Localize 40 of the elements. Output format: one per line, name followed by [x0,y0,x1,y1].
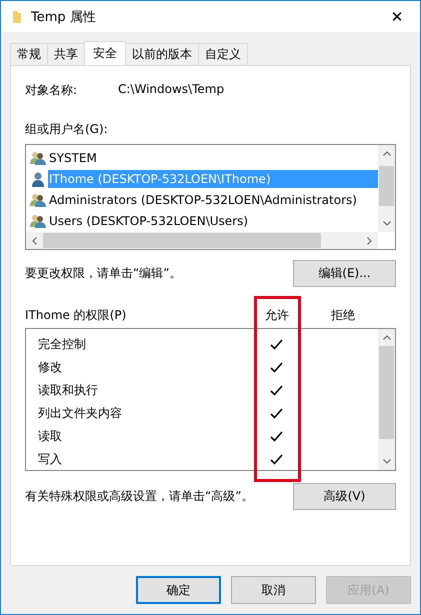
scroll-up-icon[interactable] [382,335,390,340]
user-list-item[interactable]: Administrators (DESKTOP-532LOEN\Administrators) [48,190,378,208]
users-label: 组或用户名(G): [25,121,109,138]
tab[interactable]: 自定义 [198,43,248,65]
scroll-left-icon[interactable] [32,236,37,244]
edit-button[interactable]: 编辑(E)... [293,260,396,287]
tab[interactable]: 安全 [84,41,126,65]
scroll-up-icon[interactable] [382,151,390,156]
advanced-button[interactable]: 高级(V) [293,483,396,510]
object-name-value: C:\Windows\Temp [118,82,224,98]
permission-name: 读取和执行 [38,382,99,399]
object-name-label: 对象名称: [25,82,78,99]
permission-name: 修改 [38,359,63,376]
scroll-down-icon[interactable] [382,221,390,226]
folder-icon [12,10,22,24]
user-list-item[interactable]: Users (DESKTOP-532LOEN\Users) [48,212,378,230]
close-button[interactable]: ✕ [374,1,420,32]
user-list-item[interactable]: SYSTEM [48,148,378,166]
edit-hint: 要更改权限，请单击“编辑”。 [25,265,182,282]
scroll-right-icon[interactable] [367,236,372,244]
permission-name: 完全控制 [38,336,87,353]
vertical-scrollbar[interactable] [378,145,395,232]
dialog-button[interactable]: 确定 [136,576,221,604]
tab[interactable]: 常规 [10,43,48,65]
permission-name: 列出文件夹内容 [38,405,123,422]
column-header: 拒绝 [330,307,356,324]
users-icon [30,192,46,208]
user-icon [30,170,46,186]
advanced-hint: 有关特殊权限或高级设置，请单击“高级”。 [25,488,254,505]
dialog-button[interactable]: 取消 [231,576,316,604]
window-title: Temp 属性 [31,8,97,26]
scroll-down-icon[interactable] [382,459,390,464]
permission-name: 读取 [38,428,63,445]
permissions-label: IThome 的权限(P) [25,307,128,324]
permission-name: 写入 [38,451,63,468]
vertical-scrollbar[interactable] [378,329,395,470]
users-icon [30,150,46,166]
users-icon [30,212,46,228]
column-header: 允许 [264,307,290,324]
horizontal-scrollbar[interactable] [26,232,378,249]
